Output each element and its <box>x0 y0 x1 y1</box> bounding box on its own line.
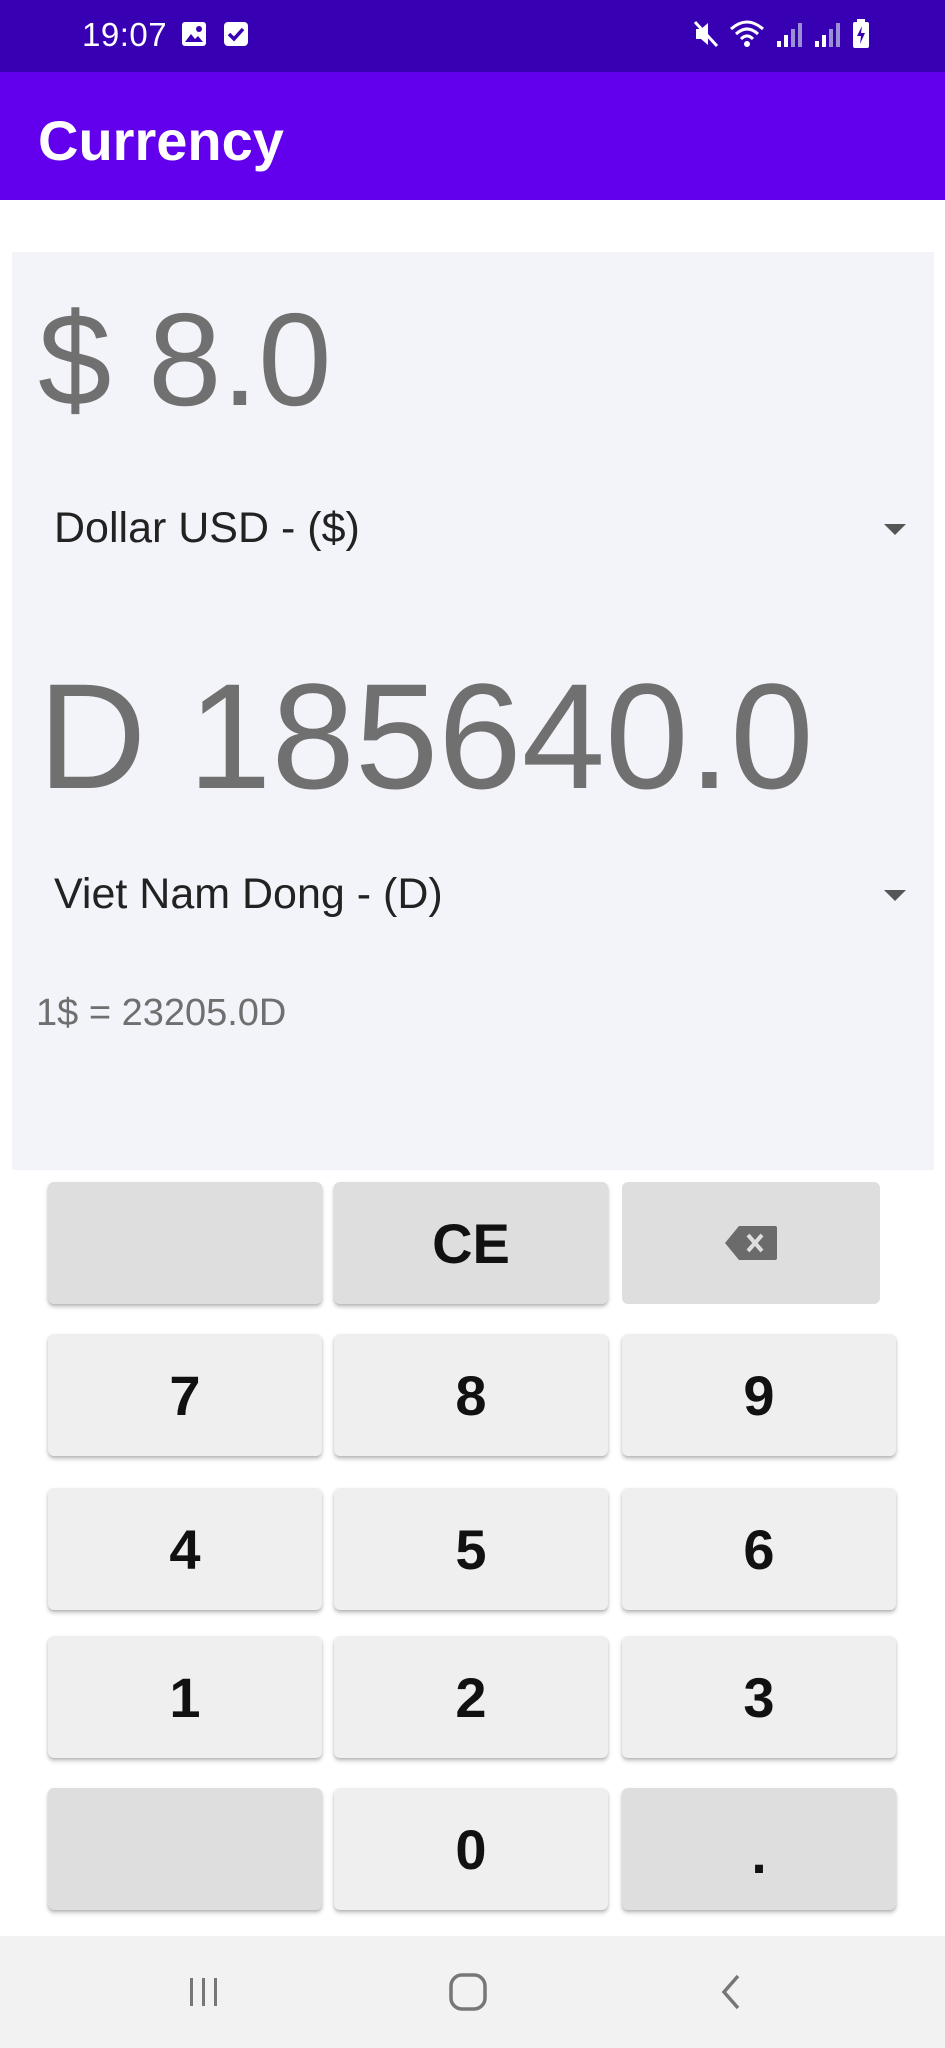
from-amount-display: $ 8.0 <box>38 286 332 433</box>
back-button[interactable] <box>672 1936 792 2048</box>
check-notification-icon <box>222 20 250 53</box>
system-nav-bar <box>0 1936 945 2048</box>
status-system-icons <box>693 18 871 55</box>
signal-icon-2 <box>813 19 841 54</box>
backspace-button[interactable] <box>622 1182 880 1304</box>
recent-apps-icon <box>190 1978 217 2006</box>
digit-3-button[interactable]: 3 <box>622 1636 896 1758</box>
wifi-icon <box>729 19 765 54</box>
decimal-point-button[interactable]: . <box>622 1788 896 1910</box>
image-notification-icon <box>180 20 208 53</box>
blank-key-top[interactable] <box>48 1182 322 1304</box>
status-notifications <box>180 20 250 53</box>
dropdown-arrow-icon <box>884 524 906 535</box>
digit-2-button[interactable]: 2 <box>334 1636 608 1758</box>
digit-1-button[interactable]: 1 <box>48 1636 322 1758</box>
to-amount-display: D 185640.0 <box>38 652 814 820</box>
signal-icon-1 <box>775 19 803 54</box>
app-title: Currency <box>38 109 284 172</box>
to-currency-label: Viet Nam Dong - (D) <box>54 870 443 918</box>
digit-5-button[interactable]: 5 <box>334 1488 608 1610</box>
recent-apps-button[interactable] <box>144 1936 264 2048</box>
status-bar: 19:07 <box>0 0 945 72</box>
clear-entry-button[interactable]: CE <box>334 1182 608 1304</box>
digit-9-button[interactable]: 9 <box>622 1334 896 1456</box>
status-time: 19:07 <box>82 16 168 53</box>
dropdown-arrow-icon <box>884 890 906 901</box>
digit-4-button[interactable]: 4 <box>48 1488 322 1610</box>
battery-charging-icon <box>851 18 871 55</box>
blank-key-bottom[interactable] <box>48 1788 322 1910</box>
digit-7-button[interactable]: 7 <box>48 1334 322 1456</box>
digit-0-button[interactable]: 0 <box>334 1788 608 1910</box>
from-currency-dropdown[interactable]: Dollar USD - ($) <box>54 494 906 564</box>
backspace-icon <box>725 1226 777 1260</box>
digit-8-button[interactable]: 8 <box>334 1334 608 1456</box>
home-button[interactable] <box>408 1936 528 2048</box>
app-bar: Currency <box>0 72 945 200</box>
keypad: CE 7 8 9 4 5 6 1 2 3 0 . <box>0 1170 945 1936</box>
digit-6-button[interactable]: 6 <box>622 1488 896 1610</box>
converter-panel: $ 8.0 Dollar USD - ($) D 185640.0 Viet N… <box>12 252 934 1170</box>
to-currency-dropdown[interactable]: Viet Nam Dong - (D) <box>54 860 906 930</box>
from-currency-label: Dollar USD - ($) <box>54 504 360 552</box>
mute-icon <box>693 19 719 54</box>
exchange-rate-text: 1$ = 23205.0D <box>36 992 287 1034</box>
back-icon <box>721 1974 740 2010</box>
home-icon <box>449 1973 487 2011</box>
